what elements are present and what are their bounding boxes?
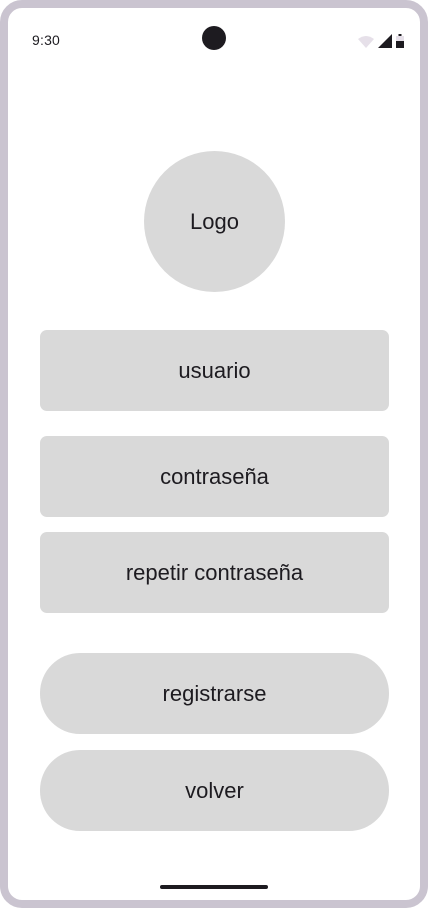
status-icons: [358, 34, 404, 48]
repeat-password-field[interactable]: repetir contraseña: [40, 532, 389, 613]
home-indicator[interactable]: [160, 885, 268, 889]
status-time: 9:30: [32, 32, 61, 48]
logo-label: Logo: [190, 208, 239, 234]
username-field[interactable]: usuario: [40, 330, 389, 411]
password-placeholder: contraseña: [160, 463, 269, 489]
username-placeholder: usuario: [178, 357, 251, 383]
signal-icon: [378, 34, 392, 48]
register-button-label: registrarse: [162, 680, 267, 706]
camera-cutout: [202, 26, 226, 50]
back-button[interactable]: volver: [40, 750, 389, 831]
status-bar: 9:30: [8, 8, 420, 70]
wifi-icon: [358, 36, 374, 48]
back-button-label: volver: [185, 777, 244, 803]
phone-frame: 9:30 Logo usuario contraseña repetir con…: [0, 0, 428, 908]
repeat-password-placeholder: repetir contraseña: [125, 559, 304, 585]
register-button[interactable]: registrarse: [40, 653, 389, 734]
app-logo: Logo: [144, 151, 285, 292]
battery-icon: [396, 34, 404, 48]
password-field[interactable]: contraseña: [40, 436, 389, 517]
